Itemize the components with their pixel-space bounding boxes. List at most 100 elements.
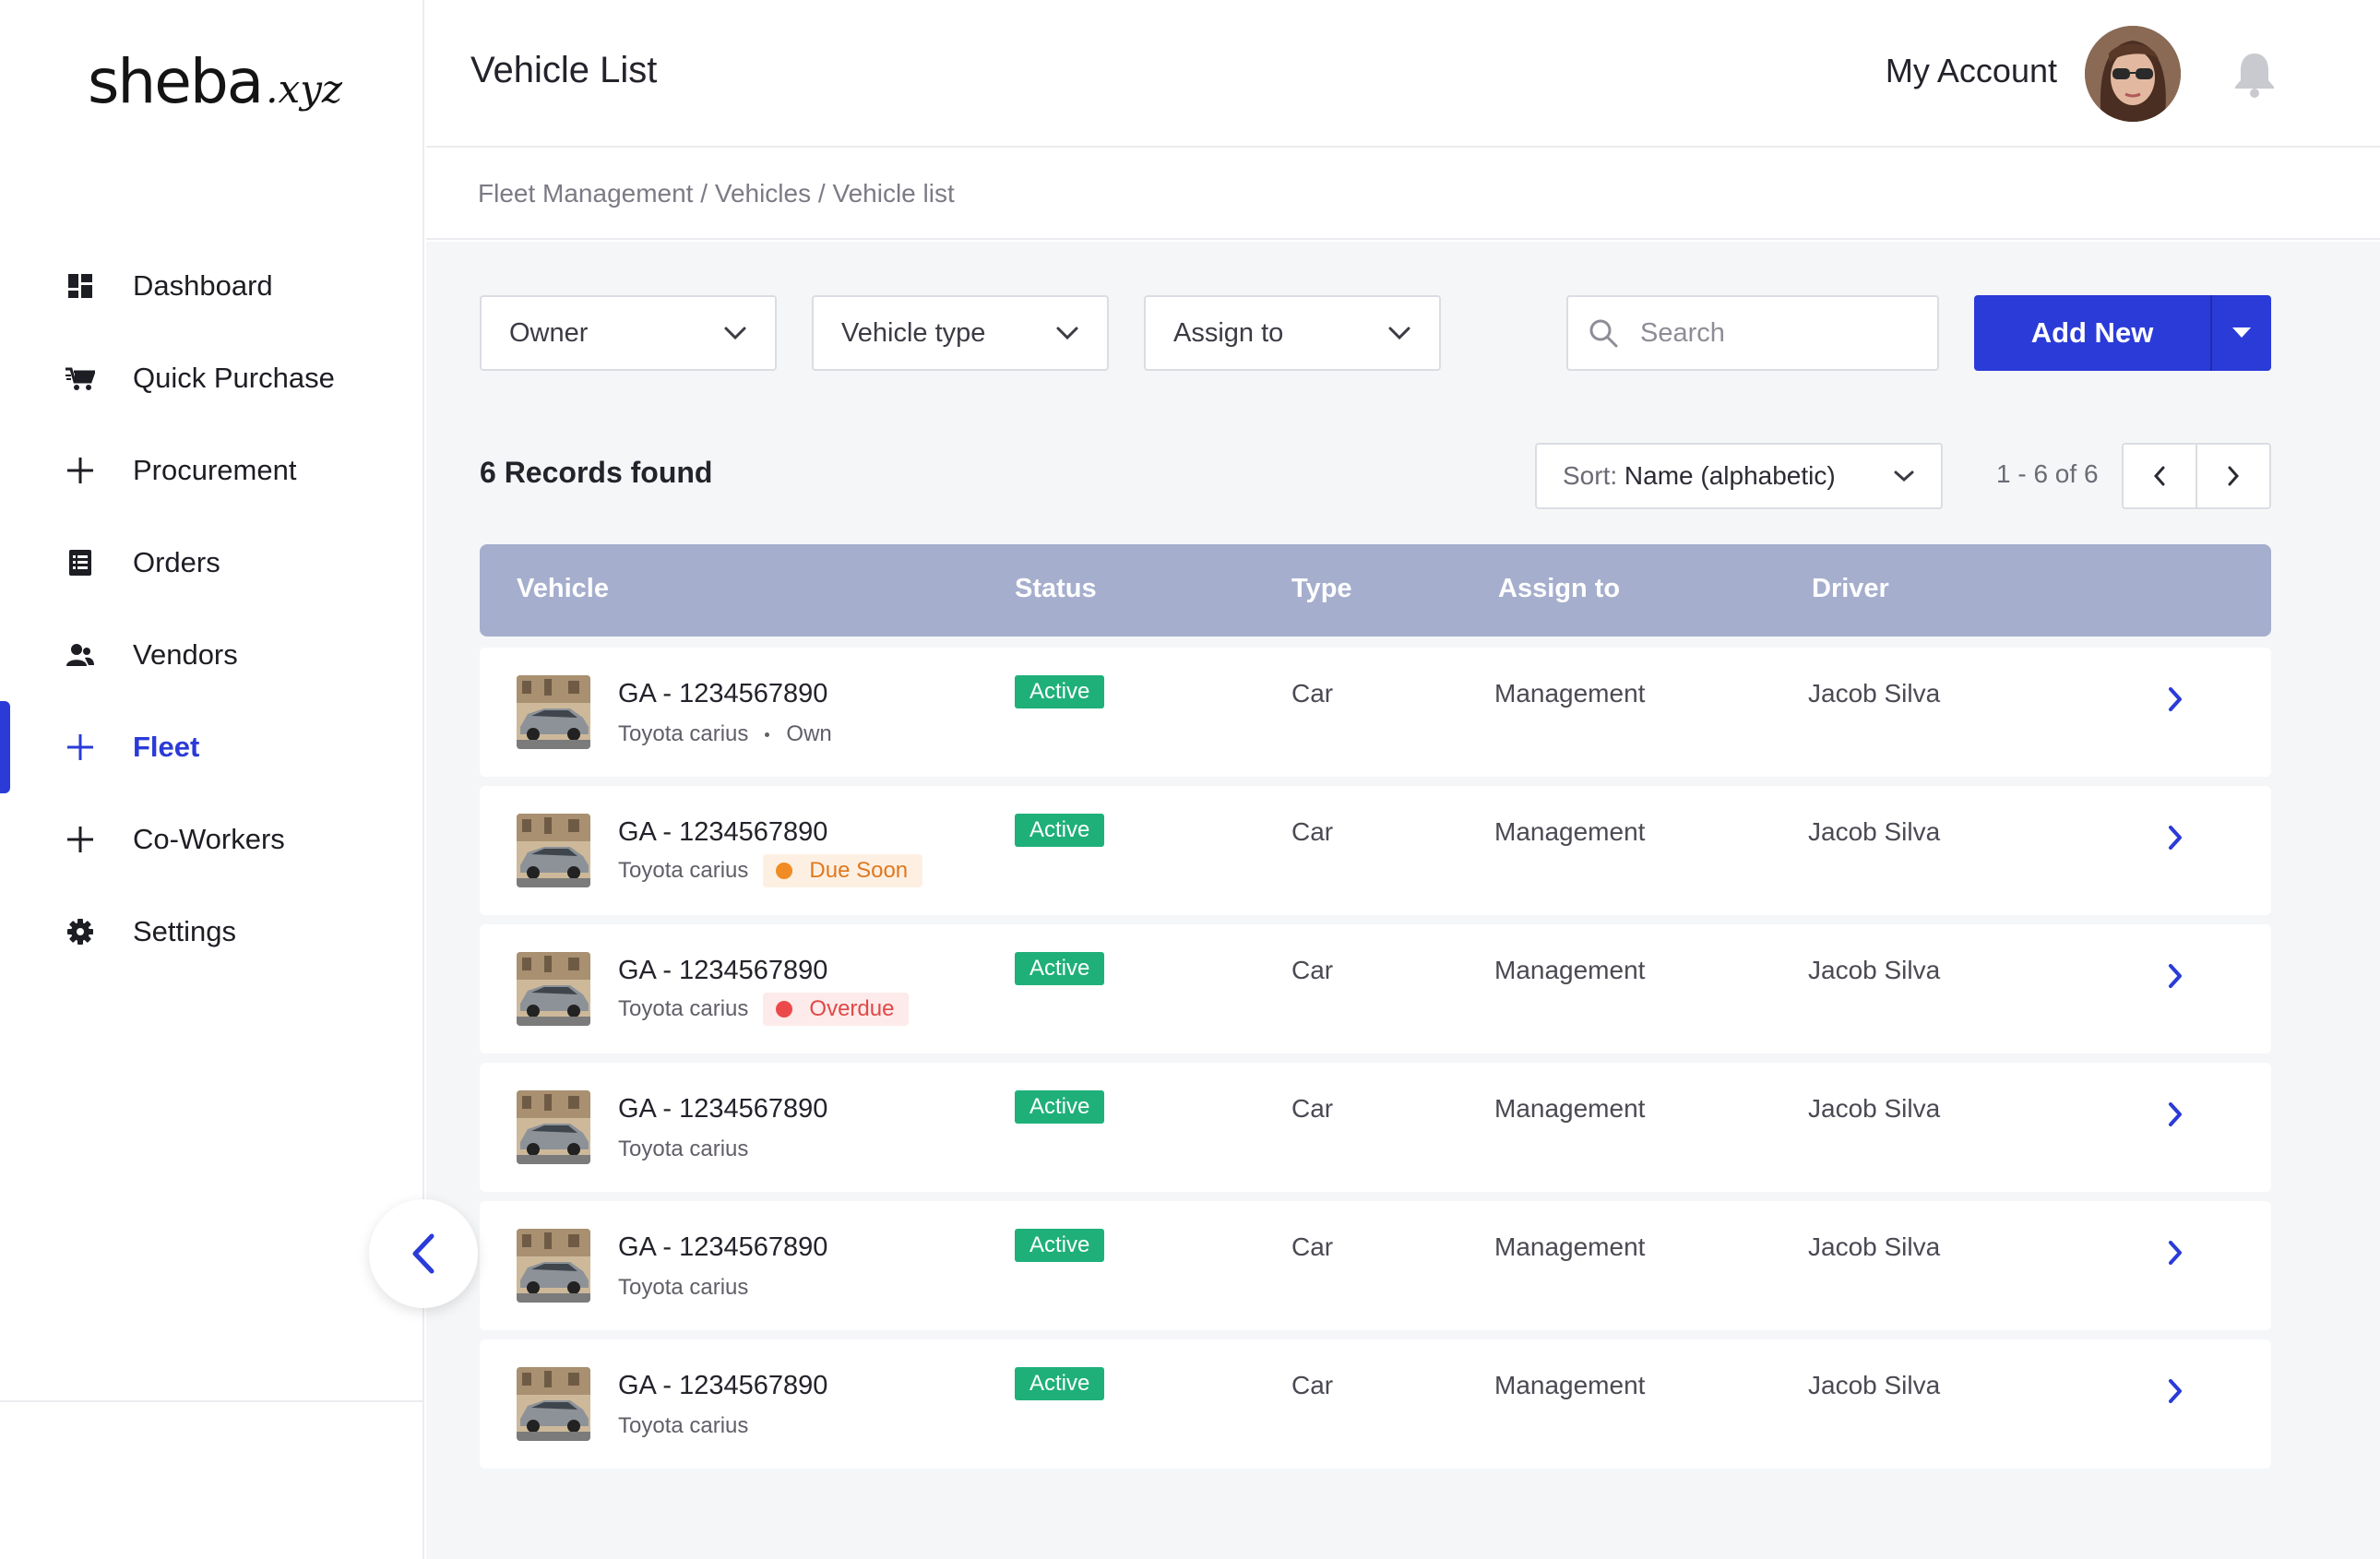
add-new-dropdown-toggle[interactable] <box>2212 295 2271 371</box>
chevron-right-icon <box>2169 687 2182 711</box>
search-icon <box>1589 319 1618 348</box>
caret-down-icon <box>2232 327 2251 338</box>
driver-name: Jacob Silva <box>1808 1232 1941 1261</box>
search-input[interactable] <box>1640 317 1917 349</box>
row-details-button[interactable] <box>2157 1373 2194 1410</box>
add-new-button[interactable]: Add New <box>1974 295 2271 371</box>
gear-icon <box>65 916 96 947</box>
sort-value: Name (alphabetic) <box>1624 461 1836 490</box>
chevron-right-icon <box>2169 1102 2182 1126</box>
driver-name: Jacob Silva <box>1808 1094 1941 1123</box>
vehicle-ownership: Own <box>786 721 832 746</box>
sidebar-item-quick-purchase[interactable]: Quick Purchase <box>0 332 424 424</box>
assign-to-value: Management <box>1494 1371 1646 1399</box>
list-icon <box>65 547 96 578</box>
assign-to-filter-dropdown[interactable]: Assign to <box>1144 295 1441 371</box>
status-badge: Active <box>1015 1367 1105 1400</box>
vehicle-id: GA - 1234567890 <box>618 956 828 985</box>
column-header-driver[interactable]: Driver <box>1812 574 1889 604</box>
separator-dot <box>765 732 770 737</box>
brand-logo[interactable]: sheba.xyz <box>88 46 342 117</box>
table-row[interactable]: GA - 1234567890 Toyota carius Overdue Ac… <box>480 924 2271 1053</box>
dashboard-icon <box>65 270 96 302</box>
breadcrumb-current: Vehicle list <box>832 179 955 208</box>
sidebar-item-orders[interactable]: Orders <box>0 517 424 609</box>
column-header-assign-to[interactable]: Assign to <box>1498 574 1620 604</box>
sidebar-item-label: Vendors <box>133 638 238 671</box>
chevron-left-icon <box>412 1233 434 1274</box>
sidebar-item-vendors[interactable]: Vendors <box>0 609 424 701</box>
vehicle-type: Car <box>1291 1371 1334 1399</box>
row-details-button[interactable] <box>2157 819 2194 856</box>
due-soon-label: Due Soon <box>809 858 909 883</box>
sidebar-item-label: Orders <box>133 546 220 578</box>
vehicle-subtitle: Toyota carius <box>618 1413 748 1439</box>
vehicle-model: Toyota carius <box>618 1275 749 1300</box>
vehicle-thumbnail <box>517 1367 590 1441</box>
avatar[interactable] <box>2085 26 2181 122</box>
owner-filter-dropdown[interactable]: Owner <box>480 295 777 371</box>
table-row[interactable]: GA - 1234567890 Toyota carius Due Soon A… <box>480 786 2271 915</box>
top-header: Vehicle List My Account <box>426 0 2380 148</box>
vehicle-type: Car <box>1291 817 1334 846</box>
overdue-tag: Overdue <box>763 993 910 1026</box>
assign-to-value: Management <box>1494 817 1646 846</box>
vehicle-type: Car <box>1291 956 1334 984</box>
search-field[interactable] <box>1566 295 1939 371</box>
assign-to-value: Management <box>1494 1232 1646 1261</box>
vehicle-subtitle: Toyota carius Own <box>618 721 832 747</box>
prev-page-button[interactable] <box>2124 445 2196 507</box>
sidebar-item-settings[interactable]: Settings <box>0 886 424 978</box>
vehicle-id: GA - 1234567890 <box>618 1094 828 1124</box>
vehicle-thumbnail <box>517 675 590 749</box>
notification-bell-icon[interactable] <box>2231 50 2279 98</box>
collapse-sidebar-button[interactable] <box>369 1199 478 1308</box>
driver-name: Jacob Silva <box>1808 1371 1941 1399</box>
row-details-button[interactable] <box>2157 1096 2194 1133</box>
vehicle-id: GA - 1234567890 <box>618 817 828 847</box>
vehicle-subtitle: Toyota carius Overdue <box>618 993 910 1026</box>
sidebar-item-co-workers[interactable]: Co-Workers <box>0 793 424 886</box>
sidebar-item-fleet[interactable]: Fleet <box>0 701 424 793</box>
plus-icon <box>65 732 96 763</box>
breadcrumb-fleet-management[interactable]: Fleet Management <box>478 179 693 208</box>
vendors-icon <box>65 639 96 671</box>
brand-logo-main: sheba <box>88 46 264 117</box>
chevron-left-icon <box>2153 466 2165 486</box>
row-details-button[interactable] <box>2157 681 2194 718</box>
vehicle-subtitle: Toyota carius <box>618 1275 748 1301</box>
sidebar-item-procurement[interactable]: Procurement <box>0 424 424 517</box>
vehicle-model: Toyota carius <box>618 996 749 1021</box>
sidebar-item-dashboard[interactable]: Dashboard <box>0 240 424 332</box>
table-row[interactable]: GA - 1234567890 Toyota carius Active Car… <box>480 1339 2271 1469</box>
table-row[interactable]: GA - 1234567890 Toyota carius Active Car… <box>480 1201 2271 1330</box>
driver-name: Jacob Silva <box>1808 679 1941 708</box>
breadcrumb: Fleet Management / Vehicles / Vehicle li… <box>478 179 955 208</box>
assign-to-filter-label: Assign to <box>1173 317 1284 348</box>
plus-icon <box>65 455 96 486</box>
column-header-vehicle[interactable]: Vehicle <box>517 574 609 604</box>
my-account-link[interactable]: My Account <box>1886 52 2057 90</box>
breadcrumb-separator: / <box>817 179 833 208</box>
vehicle-type-filter-label: Vehicle type <box>841 317 986 348</box>
row-details-button[interactable] <box>2157 958 2194 994</box>
vehicle-thumbnail <box>517 1090 590 1164</box>
column-header-type[interactable]: Type <box>1291 574 1352 604</box>
sidebar-item-label: Procurement <box>133 454 297 486</box>
vehicle-model: Toyota carius <box>618 1413 749 1438</box>
status-badge: Active <box>1015 952 1105 985</box>
sort-dropdown[interactable]: Sort: Name (alphabetic) <box>1535 443 1943 509</box>
driver-name: Jacob Silva <box>1808 956 1941 984</box>
vehicle-table-body: GA - 1234567890 Toyota carius Own Active… <box>480 648 2271 1478</box>
breadcrumb-separator: / <box>700 179 715 208</box>
table-row[interactable]: GA - 1234567890 Toyota carius Active Car… <box>480 1063 2271 1192</box>
breadcrumb-vehicles[interactable]: Vehicles <box>715 179 811 208</box>
chevron-down-icon <box>1056 327 1078 340</box>
vehicle-id: GA - 1234567890 <box>618 679 828 708</box>
table-row[interactable]: GA - 1234567890 Toyota carius Own Active… <box>480 648 2271 777</box>
vehicle-model: Toyota carius <box>618 1137 749 1161</box>
vehicle-type-filter-dropdown[interactable]: Vehicle type <box>812 295 1109 371</box>
column-header-status[interactable]: Status <box>1015 574 1097 604</box>
next-page-button[interactable] <box>2196 445 2269 507</box>
row-details-button[interactable] <box>2157 1234 2194 1271</box>
